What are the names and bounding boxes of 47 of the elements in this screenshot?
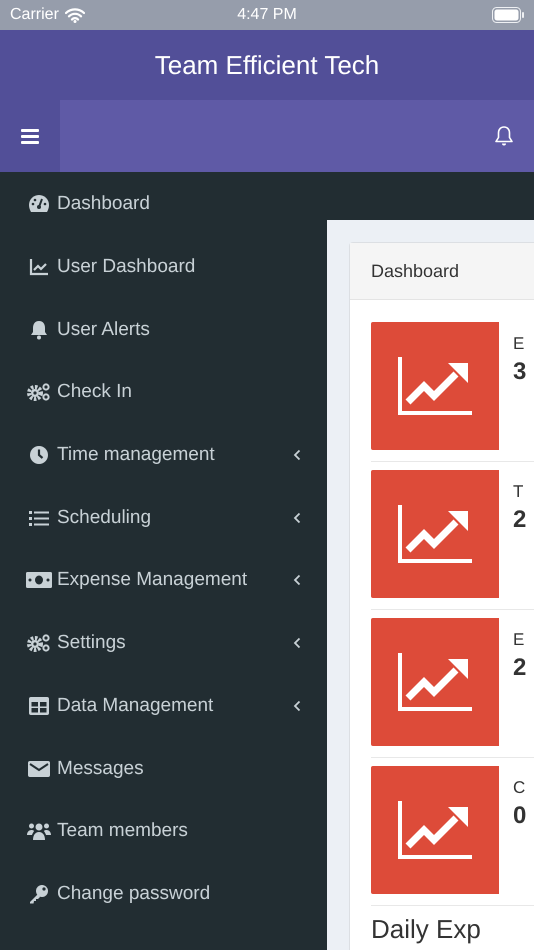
battery-icon xyxy=(492,7,524,23)
stat-value: 0 xyxy=(513,802,526,830)
banknote-icon xyxy=(26,572,52,588)
sidebar-item[interactable]: Expense Management xyxy=(0,549,327,612)
sidebar-item[interactable]: Data Management xyxy=(0,674,327,738)
trend-chart-icon xyxy=(398,505,472,563)
stat-value: 2 xyxy=(513,654,526,682)
stat-label: E xyxy=(513,630,524,650)
sidebar-item[interactable]: User Alerts xyxy=(0,298,327,362)
gears-icon xyxy=(26,633,52,654)
sidebar-item[interactable]: Settings xyxy=(0,612,327,674)
wifi-icon xyxy=(64,8,85,22)
stat-value: 2 xyxy=(513,506,526,534)
gauge-icon xyxy=(28,194,50,214)
stat-label: E xyxy=(513,334,524,354)
users-icon xyxy=(27,821,51,842)
sidebar-item[interactable]: Dashboard xyxy=(0,173,327,236)
sidebar-item[interactable]: Team members xyxy=(0,800,327,863)
panel-title: Dashboard xyxy=(371,260,460,282)
status-time: 4:47 PM xyxy=(237,6,297,23)
section-heading: Daily Exp xyxy=(371,914,481,944)
sidebar-item[interactable]: Check In xyxy=(0,361,327,424)
trend-chart-icon xyxy=(398,653,472,711)
sidebar-item[interactable]: User Dashboard xyxy=(0,236,327,298)
sidebar-item[interactable]: Scheduling xyxy=(0,486,327,550)
envelope-icon xyxy=(28,760,50,777)
table-icon xyxy=(29,696,49,715)
stat-label: T xyxy=(513,482,524,502)
line-chart-icon xyxy=(29,258,49,276)
key-icon xyxy=(29,884,49,904)
sidebar-item[interactable]: Messages xyxy=(0,737,327,800)
sidebar-item[interactable]: Change password xyxy=(0,862,327,926)
app-title: Team Efficient Tech xyxy=(154,50,380,80)
bell-icon xyxy=(30,320,48,340)
trend-chart-icon xyxy=(398,801,472,859)
list-icon xyxy=(29,508,49,527)
menu-button[interactable] xyxy=(0,100,60,172)
bell-icon xyxy=(494,125,514,147)
stat-value: 3 xyxy=(513,358,526,386)
gears-icon xyxy=(26,382,52,402)
clock-icon xyxy=(29,445,49,466)
notifications-button[interactable] xyxy=(494,125,514,147)
trend-chart-icon xyxy=(398,357,472,415)
stat-label: C xyxy=(513,778,526,798)
sidebar-item[interactable]: Time management xyxy=(0,424,327,486)
carrier-label: Carrier xyxy=(10,6,59,24)
menu-icon xyxy=(21,128,39,144)
